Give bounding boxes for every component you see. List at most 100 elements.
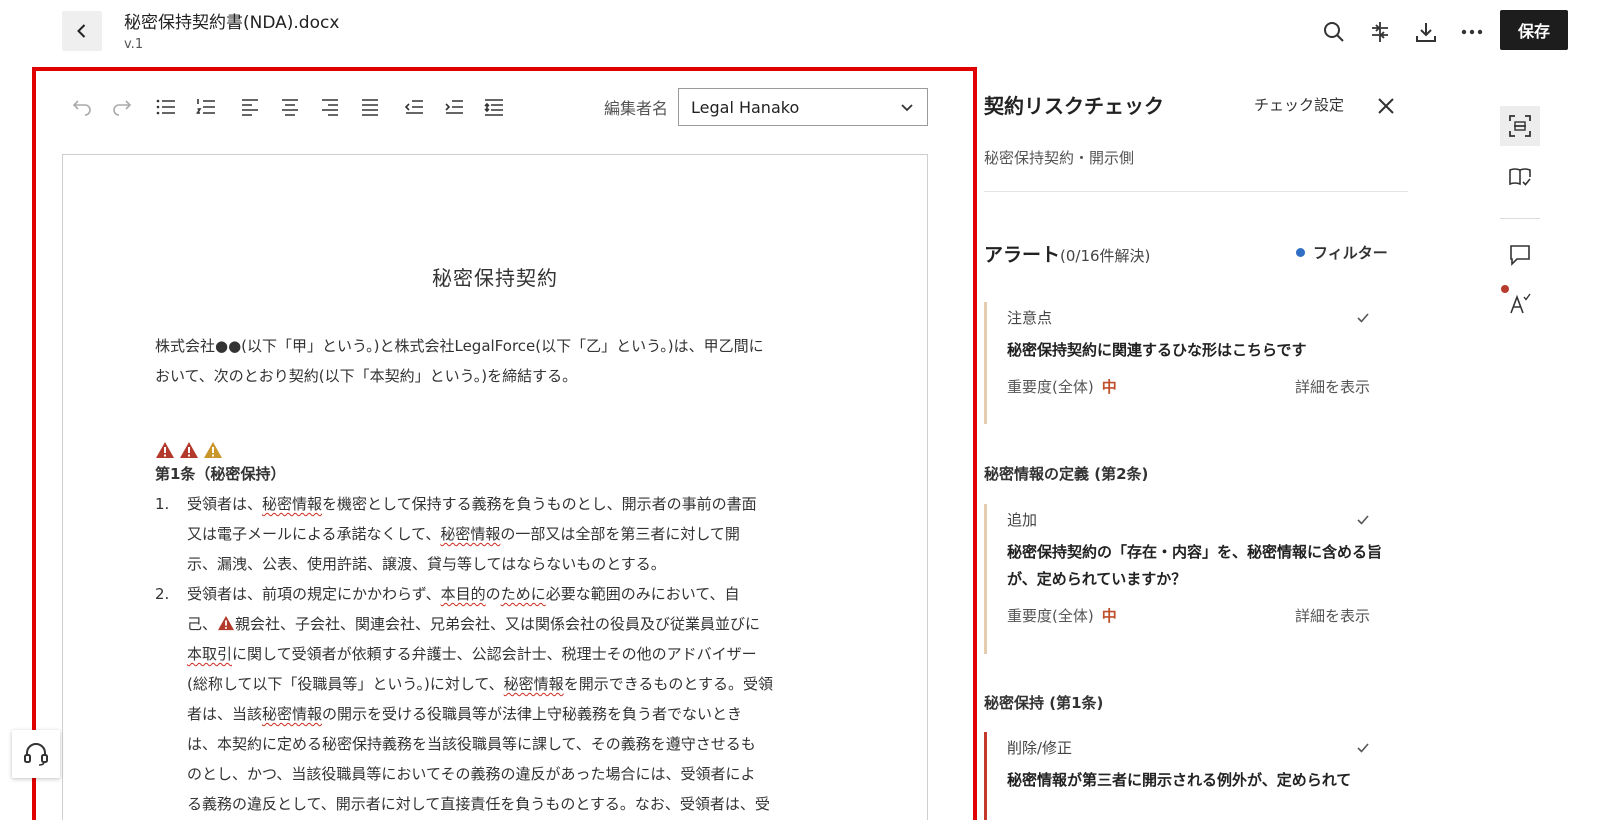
clause-number: 1. [155,495,170,513]
alert-tag: 注意点 [1007,302,1394,334]
filter-button[interactable]: フィルター [1296,242,1388,263]
flagged-term[interactable]: 秘密情報 [504,675,564,693]
clause-line: 本取引に関して受領者が依頼する弁護士、公認会計士、税理士その他のアドバイザー [187,645,757,663]
document-version: v.1 [124,37,144,52]
align-left-button[interactable] [230,91,270,123]
alert-message: 秘密情報が第三者に開示される例外が、定められて [1007,771,1352,789]
clause-number: 2. [155,585,170,603]
warning-icon[interactable] [217,615,235,631]
article-warnings [155,429,839,459]
clause-text: 受領者は、前項の規定にかかわらず、本目的のために必要な範囲のみにおいて、自 己、… [187,579,839,819]
warning-icon[interactable] [203,441,223,459]
show-detail-link[interactable]: 詳細を表示 [1295,605,1370,626]
flagged-term[interactable]: ために [501,585,546,603]
alert-severity: 重要度(全体) 中詳細を表示 [1007,605,1370,626]
search-icon [1324,22,1344,42]
bullet-list-button[interactable] [146,91,186,123]
outdent-button[interactable] [394,91,434,123]
save-button[interactable]: 保存 [1500,10,1568,50]
spellcheck-icon [1510,293,1531,314]
align-left-icon [242,99,258,116]
line-spacing-icon [484,99,503,116]
clause-line: 受領者は、前項の規定にかかわらず、本目的のために必要な範囲のみにおいて、自 [187,585,740,603]
chevron-left-icon [77,24,86,38]
scan-button[interactable] [1500,106,1540,146]
alert-card[interactable]: 注意点 秘密保持契約に関連するひな形はこちらです 重要度(全体) 中詳細を表示 [984,302,1394,424]
show-detail-link[interactable]: 詳細を表示 [1295,376,1370,397]
editor-name-value: Legal Hanako [691,97,800,117]
compare-icon [1372,22,1388,42]
flagged-term[interactable]: 本取引 [187,645,232,663]
flagged-term[interactable]: 秘密情報 [262,705,322,723]
clause-text: 受領者は、秘密情報を機密として保持する義務を負うものとし、開示者の事前の書面 又… [187,489,839,579]
alert-message: 秘密保持契約の「存在・内容」を、秘密情報に含める旨が、定められていますか？ [1007,543,1383,588]
alert-tag: 削除/修正 [1007,732,1394,764]
preamble-line: おいて、次のとおり契約(以下「本契約」という。)を締結する。 [155,367,578,385]
line-spacing-button[interactable] [474,91,514,123]
editor-area: 編集者名 Legal Hanako 秘密保持契約 株式会社●●(以下「甲」という… [32,67,977,820]
headset-icon [24,743,48,766]
document-page[interactable]: 秘密保持契約 株式会社●●(以下「甲」という。)と株式会社LegalForce(… [62,154,928,820]
clause-line: は、本契約に定める秘密保持義務を当該役職員等に課して、その義務を遵守させるも [187,735,756,753]
section-heading: 秘密情報の定義 (第2条) [984,465,1149,483]
back-button[interactable] [62,11,102,51]
preamble-line: 株式会社●●(以下「甲」という。)と株式会社LegalForce(以下「乙」とい… [155,337,764,355]
flagged-term[interactable]: 秘密情報 [262,495,322,513]
section-heading: 秘密保持 (第1条) [984,694,1104,712]
redo-button[interactable] [102,91,142,123]
numbered-list-icon [196,99,215,114]
clause-line: 受領者は、秘密情報を機密として保持する義務を負うものとし、開示者の事前の書面 [187,495,757,513]
check-icon[interactable] [1356,312,1370,324]
flagged-term[interactable]: 秘密情報 [440,525,500,543]
bullet-list-icon [156,99,175,115]
book-check-icon [1509,168,1531,186]
alert-card[interactable]: 削除/修正 秘密情報が第三者に開示される例外が、定められて [984,732,1394,820]
clause-line: 己、 親会社、子会社、関連会社、兄弟会社、又は関係会社の役員及び従業員並びに [187,615,761,633]
comment-button[interactable] [1500,235,1540,275]
align-right-icon [322,99,338,116]
check-settings-button[interactable]: チェック設定 [1254,94,1344,115]
flagged-term[interactable]: 本目的 [441,585,486,603]
clause-line: 示、漏洩、公表、使用許諾、譲渡、貸与等してはならないものとする。 [187,555,666,573]
check-icon[interactable] [1356,514,1370,526]
align-center-button[interactable] [270,91,310,123]
divider [984,191,1408,192]
panel-title: 契約リスクチェック [984,94,1164,118]
document-title: 秘密保持契約書(NDA).docx [124,13,340,33]
document-heading: 秘密保持契約 [432,266,558,290]
outdent-icon [404,100,423,114]
filter-active-dot [1296,248,1305,257]
clause-line: る義務の違反として、開示者に対して直接責任を負うものとする。なお、受領者は、受 [187,795,770,813]
clause-line: 者は、当該秘密情報の開示を受ける役職員等が法律上守秘義務を負う者でないとき [187,705,743,723]
align-justify-button[interactable] [350,91,390,123]
comment-icon [1510,245,1530,266]
risk-check-panel: 契約リスクチェック チェック設定 秘密保持契約・開示側 アラート(0/16件解決… [984,80,1408,820]
align-right-button[interactable] [310,91,350,123]
warning-icon[interactable] [155,441,175,459]
alert-message: 秘密保持契約に関連するひな形はこちらです [1007,341,1307,359]
alert-tag: 追加 [1007,504,1394,536]
compare-button[interactable] [1362,14,1398,50]
spellcheck-button[interactable] [1500,283,1540,323]
chevron-down-icon [901,104,913,112]
close-panel-button[interactable] [1372,92,1400,120]
indent-button[interactable] [434,91,474,123]
alert-card[interactable]: 追加 秘密保持契約の「存在・内容」を、秘密情報に含める旨が、定められていますか？… [984,504,1394,654]
download-button[interactable] [1408,14,1444,50]
clause-library-button[interactable] [1500,157,1540,197]
alert-count: (0/16件解決) [1060,247,1151,265]
more-button[interactable] [1454,14,1490,50]
check-icon[interactable] [1356,742,1370,754]
download-icon [1416,23,1436,42]
search-button[interactable] [1316,14,1352,50]
numbered-list-button[interactable] [186,91,226,123]
support-button[interactable] [12,730,60,778]
redo-icon [113,100,132,116]
alert-severity: 重要度(全体) 中詳細を表示 [1007,376,1370,397]
rail-divider [1500,218,1540,219]
undo-button[interactable] [62,91,102,123]
editor-name-select[interactable]: Legal Hanako [678,88,928,126]
more-icon [1461,29,1483,35]
warning-icon[interactable] [179,441,199,459]
document-body[interactable]: 株式会社●●(以下「甲」という。)と株式会社LegalForce(以下「乙」とい… [155,331,839,819]
